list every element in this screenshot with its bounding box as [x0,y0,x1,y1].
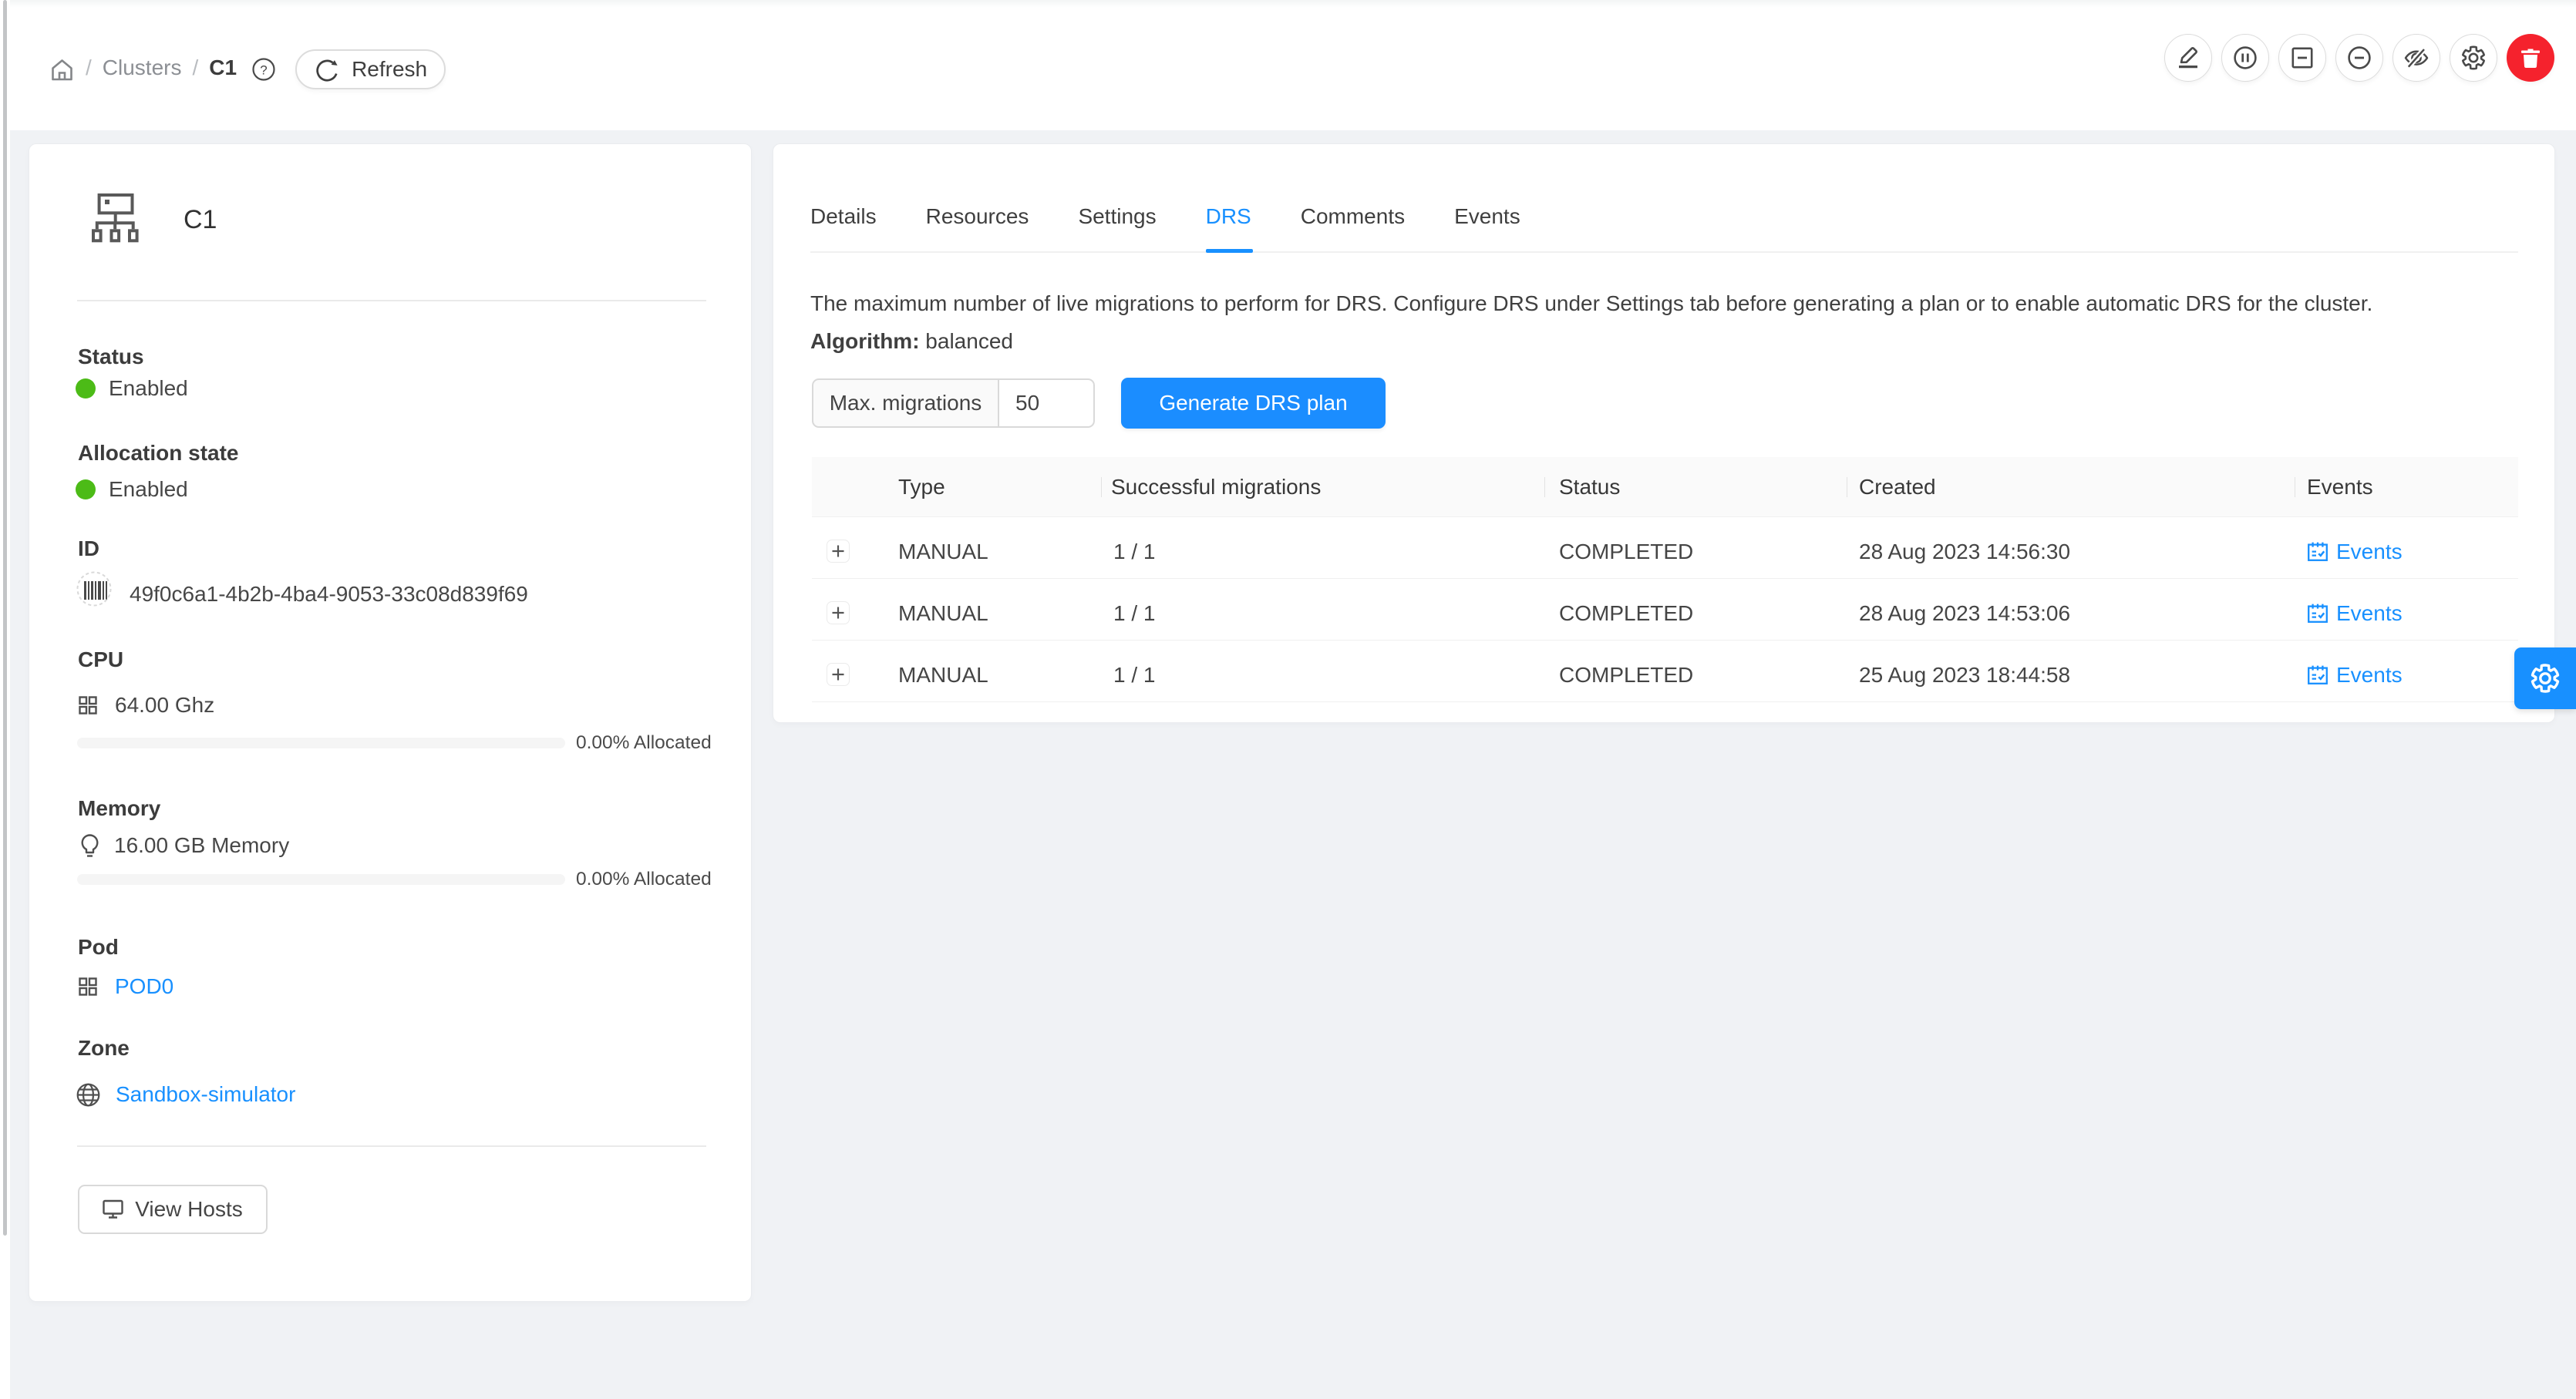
svg-text:?: ? [260,62,267,77]
